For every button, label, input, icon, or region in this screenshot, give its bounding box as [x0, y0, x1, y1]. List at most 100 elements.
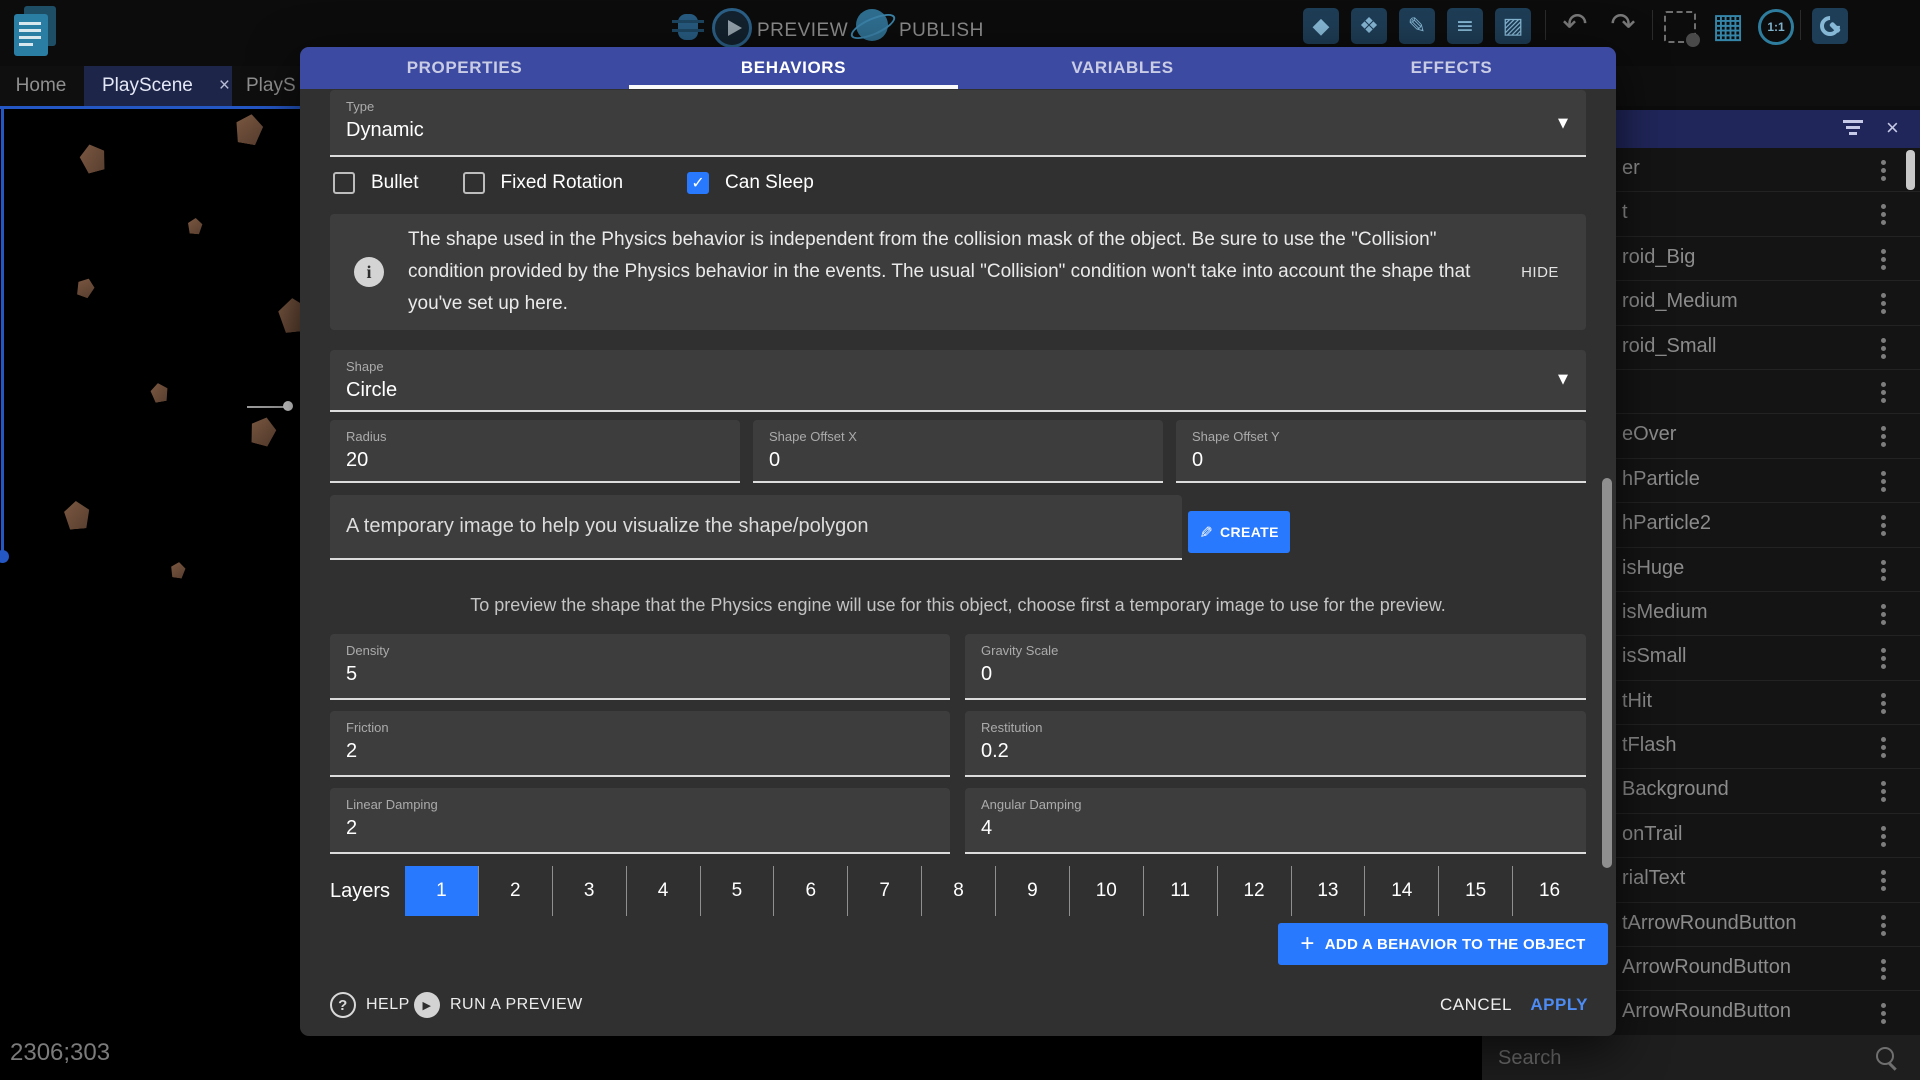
grid-icon[interactable]: ▦ [1710, 8, 1746, 44]
filter-icon[interactable] [1846, 126, 1860, 129]
kebab-menu-icon[interactable] [1881, 1003, 1886, 1008]
kebab-menu-icon[interactable] [1881, 826, 1886, 831]
asteroid-sprite[interactable] [76, 141, 110, 175]
layer-button[interactable]: 14 [1364, 866, 1438, 916]
kebab-menu-icon[interactable] [1881, 959, 1886, 964]
instances-icon[interactable]: ❖ [1351, 8, 1387, 44]
asteroid-sprite[interactable] [186, 217, 203, 234]
density-field[interactable]: Density 5 [330, 634, 950, 700]
kebab-menu-icon[interactable] [1881, 338, 1886, 343]
scene-selection-handle[interactable] [0, 550, 9, 563]
layer-button[interactable]: 7 [847, 866, 921, 916]
tab-properties[interactable]: PROPERTIES [300, 47, 629, 89]
kebab-menu-icon[interactable] [1881, 560, 1886, 565]
layer-button[interactable]: 12 [1217, 866, 1291, 916]
shape-offset-x-field[interactable]: Shape Offset X 0 [753, 420, 1163, 483]
project-manager-icon[interactable] [14, 6, 60, 56]
kebab-menu-icon[interactable] [1881, 781, 1886, 786]
layer-button[interactable]: 13 [1291, 866, 1365, 916]
shape-select[interactable]: Shape Circle ▼ [330, 350, 1586, 412]
tab-behaviors[interactable]: BEHAVIORS [629, 47, 958, 89]
type-select[interactable]: Type Dynamic ▼ [330, 90, 1586, 157]
preview-play-icon[interactable] [712, 8, 752, 48]
undo-icon[interactable]: ↶ [1555, 8, 1595, 44]
dialog-scrollbar[interactable] [1602, 478, 1612, 868]
layer-button[interactable]: 4 [626, 866, 700, 916]
asteroid-sprite[interactable] [73, 275, 97, 299]
kebab-menu-icon[interactable] [1881, 648, 1886, 653]
layer-button[interactable]: 3 [552, 866, 626, 916]
bullet-checkbox[interactable] [333, 172, 355, 194]
linear-damping-field[interactable]: Linear Damping 2 [330, 788, 950, 854]
object-name: ArrowRoundButton [1622, 956, 1791, 979]
shape-offset-y-field[interactable]: Shape Offset Y 0 [1176, 420, 1586, 483]
kebab-menu-icon[interactable] [1881, 604, 1886, 609]
help-button[interactable]: ? HELP [330, 992, 410, 1018]
asteroid-sprite[interactable] [169, 561, 187, 579]
layer-button[interactable]: 6 [773, 866, 847, 916]
kebab-menu-icon[interactable] [1881, 870, 1886, 875]
layer-button[interactable]: 9 [995, 866, 1069, 916]
panel-close-icon[interactable]: × [1886, 115, 1899, 141]
objects-list-scrollbar[interactable] [1906, 150, 1915, 190]
fixed-rotation-checkbox[interactable] [463, 172, 485, 194]
asteroid-sprite[interactable] [232, 112, 267, 147]
layer-button[interactable]: 16 [1512, 866, 1586, 916]
layer-button[interactable]: 5 [700, 866, 774, 916]
asteroid-sprite[interactable] [62, 500, 92, 530]
debug-icon[interactable] [678, 14, 698, 40]
scene-objects-icon[interactable]: ◆ [1303, 8, 1339, 44]
objects-list-icon[interactable]: ≡ [1447, 8, 1483, 44]
kebab-menu-icon[interactable] [1881, 204, 1886, 209]
restitution-field[interactable]: Restitution 0.2 [965, 711, 1586, 777]
layer-button[interactable]: 1 [405, 866, 478, 916]
add-behavior-button[interactable]: + ADD A BEHAVIOR TO THE OBJECT [1278, 923, 1608, 965]
preview-button[interactable]: PREVIEW [757, 20, 848, 42]
kebab-menu-icon[interactable] [1881, 515, 1886, 520]
create-button[interactable]: ✎ CREATE [1188, 511, 1290, 553]
asteroid-sprite[interactable] [148, 381, 170, 403]
can-sleep-checkbox[interactable]: ✓ [687, 172, 709, 194]
kebab-menu-icon[interactable] [1881, 293, 1886, 298]
search-input[interactable] [1496, 1042, 1860, 1074]
run-preview-button[interactable]: ▶ RUN A PREVIEW [414, 992, 583, 1018]
kebab-menu-icon[interactable] [1881, 693, 1886, 698]
tab-close-icon[interactable]: × [219, 75, 230, 97]
layer-button[interactable]: 8 [921, 866, 995, 916]
edit-pencil-icon[interactable]: ✎ [1399, 8, 1435, 44]
kebab-menu-icon[interactable] [1881, 471, 1886, 476]
asteroid-sprite[interactable] [246, 414, 280, 448]
kebab-menu-icon[interactable] [1881, 737, 1886, 742]
hide-button[interactable]: HIDE [1494, 264, 1586, 281]
layer-button[interactable]: 10 [1069, 866, 1143, 916]
tab-home[interactable]: Home [10, 66, 72, 106]
info-icon: i [354, 257, 384, 287]
cancel-button[interactable]: CANCEL [1440, 995, 1512, 1015]
layers-panel-icon[interactable]: ▨ [1495, 8, 1531, 44]
kebab-menu-icon[interactable] [1881, 915, 1886, 920]
tab-variables[interactable]: VARIABLES [958, 47, 1287, 89]
kebab-menu-icon[interactable] [1881, 426, 1886, 431]
layer-button[interactable]: 2 [478, 866, 552, 916]
publish-planet-icon[interactable] [856, 9, 888, 41]
tab-effects[interactable]: EFFECTS [1287, 47, 1616, 89]
setup-wrench-icon[interactable] [1812, 8, 1848, 44]
kebab-menu-icon[interactable] [1881, 249, 1886, 254]
object-name: isSmall [1622, 645, 1686, 668]
gravity-scale-field[interactable]: Gravity Scale 0 [965, 634, 1586, 700]
radius-field[interactable]: Radius 20 [330, 420, 740, 483]
tab-playscene[interactable]: PlayScene × [84, 66, 232, 106]
selection-mask-icon[interactable] [1664, 11, 1696, 43]
layer-button[interactable]: 11 [1143, 866, 1217, 916]
angular-damping-field[interactable]: Angular Damping 4 [965, 788, 1586, 854]
publish-button[interactable]: PUBLISH [899, 20, 984, 42]
apply-button[interactable]: APPLY [1530, 995, 1588, 1015]
physics-joint-handle[interactable] [283, 401, 293, 411]
temp-image-field[interactable]: A temporary image to help you visualize … [330, 495, 1182, 560]
zoom-reset-icon[interactable]: 1:1 [1758, 9, 1794, 45]
friction-field[interactable]: Friction 2 [330, 711, 950, 777]
layer-button[interactable]: 15 [1438, 866, 1512, 916]
kebab-menu-icon[interactable] [1881, 160, 1886, 165]
kebab-menu-icon[interactable] [1881, 382, 1886, 387]
redo-icon[interactable]: ↷ [1603, 8, 1643, 44]
